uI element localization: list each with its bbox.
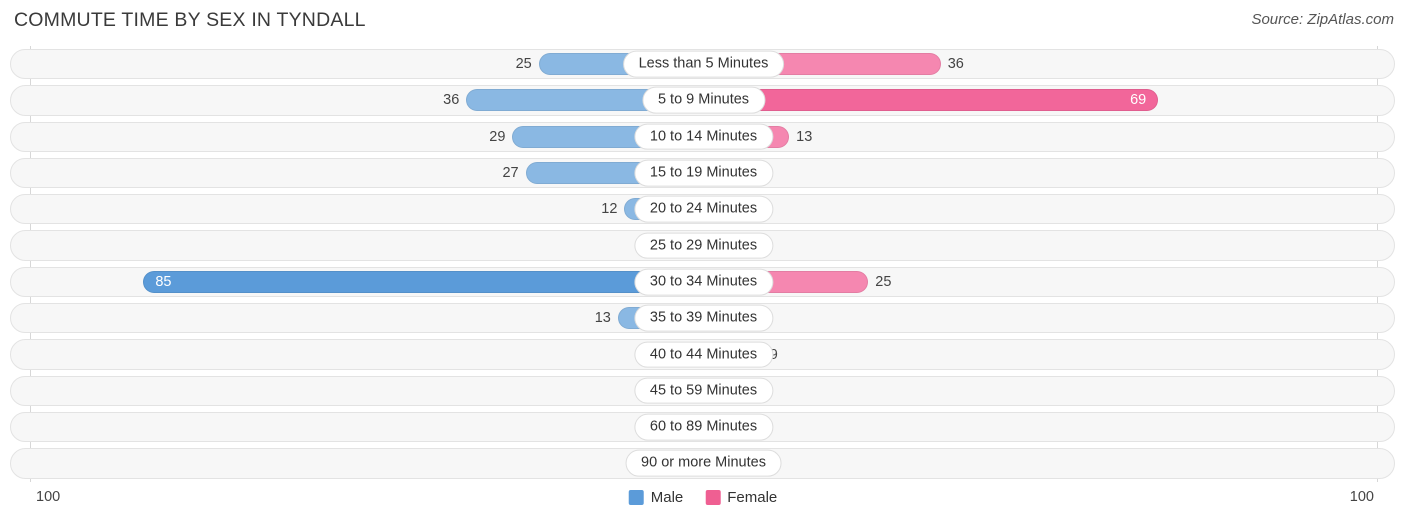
row-bars: 0460 to 89 Minutes — [30, 409, 1377, 445]
legend-label: Male — [650, 489, 684, 506]
category-label: 30 to 34 Minutes — [633, 268, 774, 296]
chart-row: 25 36 Less than 5 Minutes — [0, 46, 1406, 82]
category-label: 25 to 29 Minutes — [633, 232, 774, 259]
row-bars: 3625 to 29 Minutes — [30, 227, 1377, 263]
female-value-label: 25 — [875, 273, 892, 290]
row-bars: 85 25 30 to 34 Minutes — [30, 264, 1377, 300]
category-label: 5 to 9 Minutes — [641, 87, 766, 114]
legend-label: Female — [727, 489, 778, 506]
chart-row: 0390 or more Minutes — [0, 445, 1406, 481]
page-title: COMMUTE TIME BY SEX IN TYNDALL — [14, 9, 366, 31]
row-bars: 25 36 Less than 5 Minutes — [30, 46, 1377, 82]
male-value-label: 27 — [502, 165, 519, 182]
male-value-label: 36 — [443, 92, 460, 109]
category-label: 10 to 14 Minutes — [633, 123, 774, 151]
male-bar[interactable]: 85 — [143, 270, 704, 293]
row-bars: 27015 to 19 Minutes — [30, 155, 1377, 191]
chart-row: 29 13 10 to 14 Minutes — [0, 119, 1406, 155]
category-label: 60 to 89 Minutes — [633, 413, 774, 441]
row-bars: 36 69 5 to 9 Minutes — [30, 82, 1377, 118]
legend-swatch-icon — [705, 490, 721, 505]
female-value-label: 36 — [947, 56, 964, 73]
category-label: 15 to 19 Minutes — [633, 159, 774, 187]
chart-rows: 25 36 Less than 5 Minutes 36 69 5 to 9 Minute… — [0, 46, 1406, 482]
chart-row: 36 69 5 to 9 Minutes — [0, 82, 1406, 118]
category-label: Less than 5 Minutes — [622, 50, 785, 78]
chart-legend: Male Female — [628, 489, 777, 506]
chart-row: 0460 to 89 Minutes — [0, 409, 1406, 445]
female-half: 69 — [703, 89, 1159, 112]
row-bars: 12520 to 24 Minutes — [30, 191, 1377, 227]
row-bars: 29 13 10 to 14 Minutes — [30, 119, 1377, 155]
chart-row: 7045 to 59 Minutes — [0, 373, 1406, 409]
row-bars: 13335 to 39 Minutes — [30, 300, 1377, 336]
female-value-label: 13 — [796, 128, 813, 145]
chart-row: 0940 to 44 Minutes — [0, 336, 1406, 372]
legend-item-female[interactable]: Female — [705, 489, 777, 506]
legend-swatch-icon — [628, 490, 644, 505]
category-label: 35 to 39 Minutes — [633, 304, 774, 332]
chart-row: 27015 to 19 Minutes — [0, 155, 1406, 191]
row-bars: 0390 or more Minutes — [30, 445, 1377, 481]
chart-row: 12520 to 24 Minutes — [0, 191, 1406, 227]
category-label: 45 to 59 Minutes — [633, 377, 774, 405]
male-value-label: 29 — [489, 128, 506, 145]
chart-row: 13335 to 39 Minutes — [0, 300, 1406, 336]
commute-time-chart: COMMUTE TIME BY SEX IN TYNDALL Source: Z… — [0, 0, 1406, 522]
female-value-label: 69 — [1130, 92, 1147, 109]
source-attribution: Source: ZipAtlas.com — [1251, 11, 1394, 28]
plot-area: 25 36 Less than 5 Minutes 36 69 5 to 9 Minute… — [0, 46, 1406, 486]
male-value-label: 13 — [594, 310, 611, 327]
female-bar[interactable]: 69 — [703, 89, 1159, 112]
axis-label-left: 100 — [36, 489, 61, 505]
axis-label-right: 100 — [1349, 489, 1374, 505]
chart-footer: 100 Male Female 100 — [0, 486, 1406, 522]
category-label: 20 to 24 Minutes — [633, 195, 774, 223]
row-bars: 7045 to 59 Minutes — [30, 373, 1377, 409]
male-value-label: 25 — [515, 56, 532, 73]
chart-row: 3625 to 29 Minutes — [0, 227, 1406, 263]
chart-header: COMMUTE TIME BY SEX IN TYNDALL Source: Z… — [0, 0, 1406, 46]
chart-row: 85 25 30 to 34 Minutes — [0, 264, 1406, 300]
legend-item-male[interactable]: Male — [628, 489, 684, 506]
category-label: 40 to 44 Minutes — [633, 341, 774, 368]
male-half: 85 — [143, 270, 704, 293]
row-bars: 0940 to 44 Minutes — [30, 336, 1377, 372]
male-value-label: 12 — [601, 201, 618, 218]
male-value-label: 85 — [155, 273, 172, 290]
category-label: 90 or more Minutes — [625, 450, 782, 477]
